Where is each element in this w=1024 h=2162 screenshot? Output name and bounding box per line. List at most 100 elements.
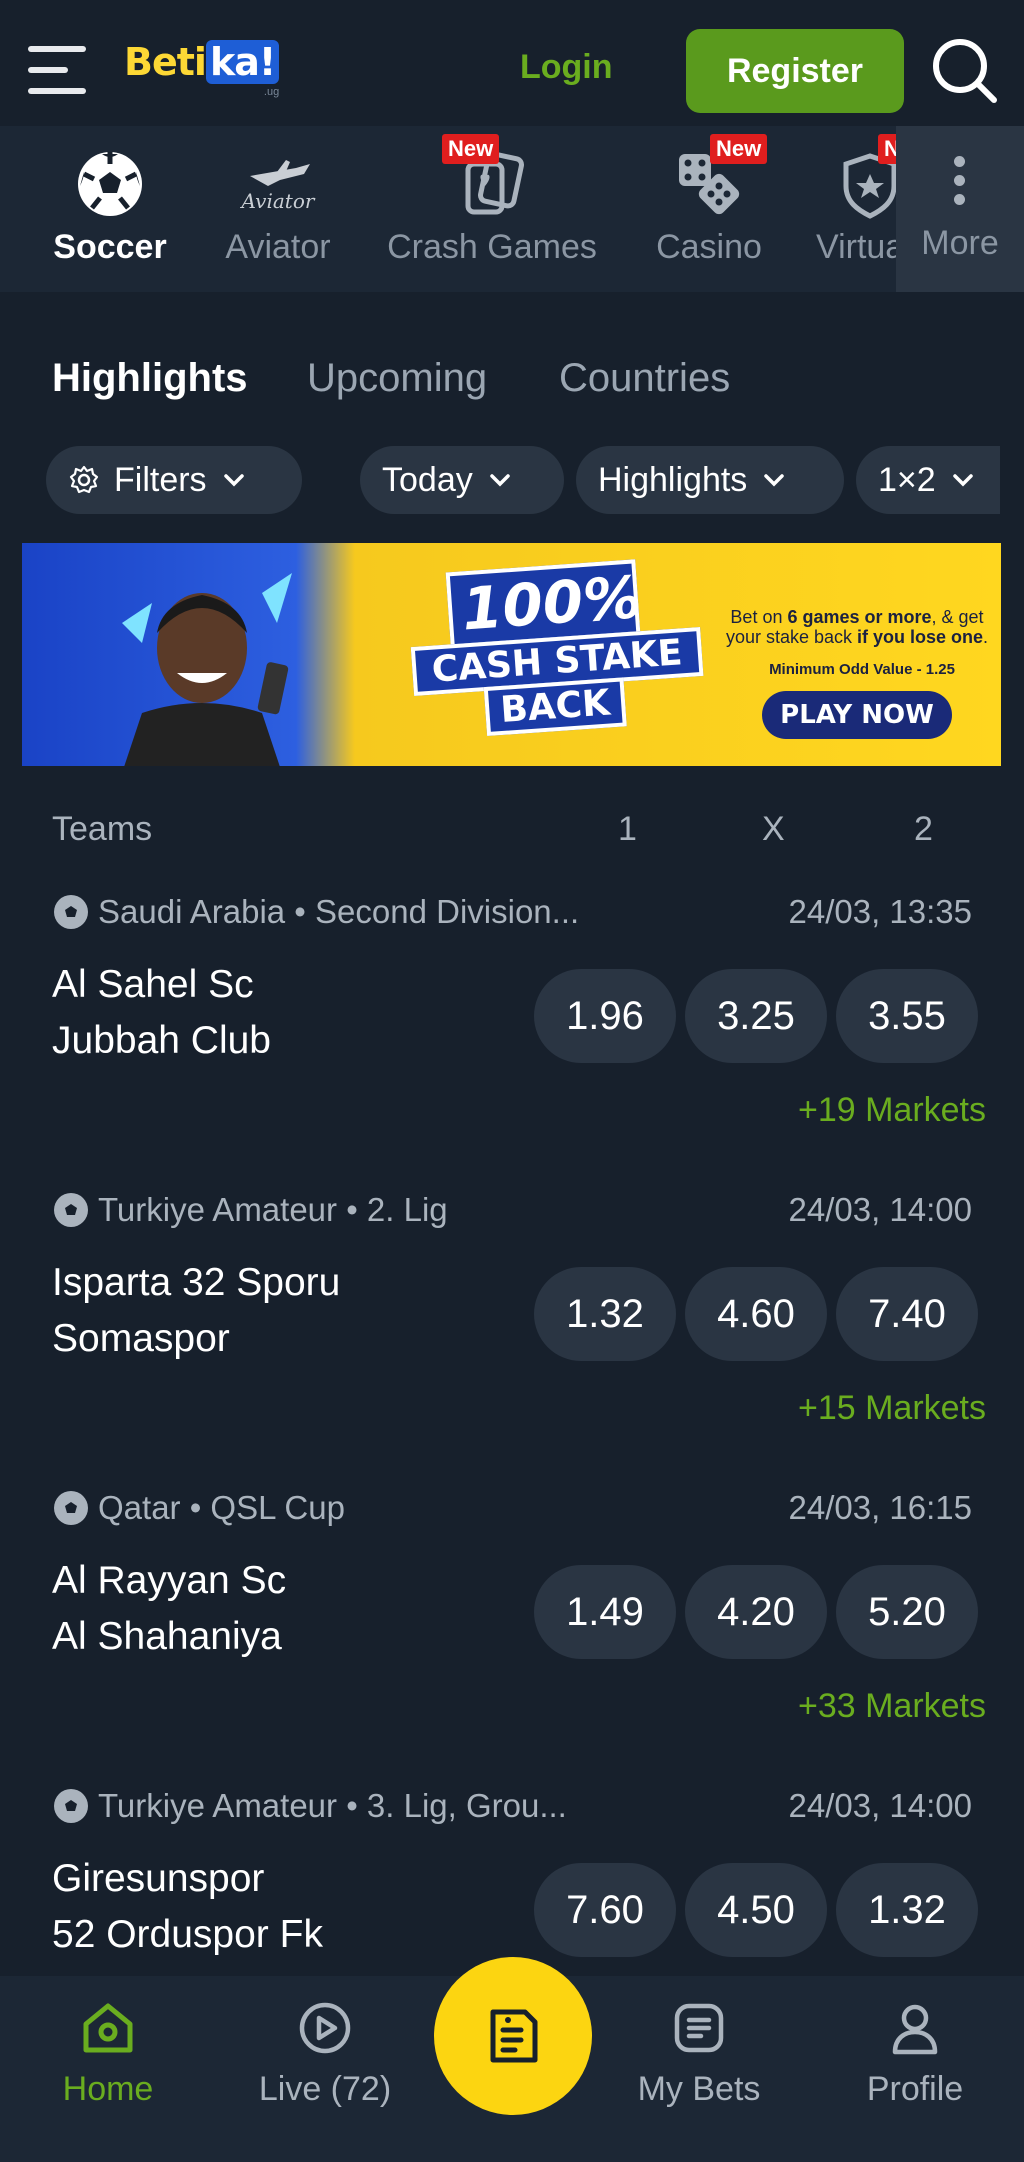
promo-banner[interactable]: 100% CASH STAKE BACK Bet on 6 games or m… xyxy=(22,543,1001,766)
home-team: Al Rayyan Sc xyxy=(52,1559,287,1602)
odd-home-button[interactable]: 7.60 xyxy=(534,1863,676,1957)
my-bets-icon xyxy=(674,2003,724,2053)
odd-draw-button[interactable]: 4.50 xyxy=(685,1863,827,1957)
nav-label: Profile xyxy=(866,2070,964,2108)
category-casino[interactable]: New Casino xyxy=(646,126,772,292)
odd-home-button[interactable]: 1.96 xyxy=(534,969,676,1063)
nav-label: Live (72) xyxy=(258,2070,392,2108)
market-filter-label: 1×2 xyxy=(878,460,936,499)
day-filter-dropdown[interactable]: Today xyxy=(360,446,564,514)
category-soccer[interactable]: Soccer xyxy=(40,126,180,292)
login-link[interactable]: Login xyxy=(520,48,613,87)
soccer-ball-icon xyxy=(54,895,88,929)
home-team: Isparta 32 Sporu xyxy=(52,1261,341,1304)
away-team: Jubbah Club xyxy=(52,1019,271,1062)
sort-filter-dropdown[interactable]: Highlights xyxy=(576,446,844,514)
away-team: Somaspor xyxy=(52,1317,230,1360)
league-name: Saudi Arabia • Second Division... xyxy=(98,893,580,930)
soccer-ball-icon xyxy=(54,1491,88,1525)
more-categories-button[interactable]: More xyxy=(896,126,1024,292)
draw-column-header: X xyxy=(762,810,785,848)
betslip-button[interactable] xyxy=(434,1957,592,2115)
league-name: Turkiye Amateur • 3. Lig, Grou... xyxy=(98,1787,567,1824)
league-name: Qatar • QSL Cup xyxy=(98,1489,345,1526)
match-row[interactable]: Saudi Arabia • Second Division... 24/03,… xyxy=(0,893,1024,1191)
soccer-ball-icon xyxy=(54,1789,88,1823)
more-markets-link[interactable]: +19 Markets xyxy=(798,1091,986,1130)
odd-home-button[interactable]: 1.49 xyxy=(534,1565,676,1659)
nav-label: My Bets xyxy=(637,2070,761,2108)
odd-draw-button[interactable]: 3.25 xyxy=(685,969,827,1063)
aviator-plane-icon: Aviator xyxy=(240,160,316,213)
match-row[interactable]: Turkiye Amateur • 3. Lig, Grou... 24/03,… xyxy=(0,1787,1024,1976)
betika-logo[interactable]: Beti ka! .ug xyxy=(124,40,280,100)
play-now-button[interactable]: PLAY NOW xyxy=(762,691,952,739)
promo-text-bold: if you lose one xyxy=(857,627,984,647)
promo-text: Bet on xyxy=(730,607,788,627)
nav-live[interactable]: Live (72) xyxy=(250,1976,400,2162)
cash-stake-back-headline: 100% CASH STAKE BACK xyxy=(406,555,709,765)
tab-upcoming[interactable]: Upcoming xyxy=(307,356,487,401)
category-label: Aviator xyxy=(225,228,331,266)
promo-person-image xyxy=(122,573,292,766)
home-icon xyxy=(83,2003,133,2053)
logo-tld: .ug xyxy=(263,86,280,98)
menu-icon[interactable] xyxy=(28,46,86,94)
category-virtuals[interactable]: N Virtua xyxy=(816,126,906,292)
category-label: Soccer xyxy=(53,228,167,266)
match-league: Saudi Arabia • Second Division... xyxy=(52,893,579,931)
nav-home[interactable]: Home xyxy=(40,1976,176,2162)
category-label: Virtua xyxy=(816,228,905,266)
category-label: Crash Games xyxy=(387,228,597,266)
odd-away-button[interactable]: 7.40 xyxy=(836,1267,978,1361)
more-markets-link[interactable]: +15 Markets xyxy=(798,1389,986,1428)
promo-description: Bet on 6 games or more, & get your stake… xyxy=(712,607,1001,647)
betslip-icon xyxy=(490,2009,538,2063)
more-dots-icon xyxy=(954,156,966,213)
top-header: Beti ka! .ug Login Register xyxy=(0,0,1024,126)
match-row[interactable]: Qatar • QSL Cup 24/03, 16:15 Al Rayyan S… xyxy=(0,1489,1024,1787)
search-icon[interactable] xyxy=(930,36,998,104)
home-column-header: 1 xyxy=(618,810,637,848)
more-markets-link[interactable]: +33 Markets xyxy=(798,1687,986,1726)
market-filter-dropdown[interactable]: 1×2 xyxy=(856,446,1000,514)
nav-profile[interactable]: Profile xyxy=(852,1976,978,2162)
away-team: 52 Orduspor Fk xyxy=(52,1913,323,1956)
filters-button[interactable]: Filters xyxy=(46,446,302,514)
odd-draw-button[interactable]: 4.60 xyxy=(685,1267,827,1361)
league-name: Turkiye Amateur • 2. Lig xyxy=(98,1191,448,1228)
odd-draw-button[interactable]: 4.20 xyxy=(685,1565,827,1659)
soccer-ball-icon xyxy=(78,152,142,216)
match-league: Qatar • QSL Cup xyxy=(52,1489,345,1527)
odd-away-button[interactable]: 5.20 xyxy=(836,1565,978,1659)
tab-highlights[interactable]: Highlights xyxy=(52,356,248,401)
soccer-ball-icon xyxy=(54,1193,88,1227)
play-circle-icon xyxy=(299,2002,351,2054)
new-badge: New xyxy=(442,134,500,164)
chevron-down-icon xyxy=(764,474,785,487)
nav-my-bets[interactable]: My Bets xyxy=(626,1976,772,2162)
chevron-down-icon xyxy=(223,474,244,487)
match-time: 24/03, 14:00 xyxy=(788,1787,973,1824)
minimum-odd-text: Minimum Odd Value - 1.25 xyxy=(769,661,955,678)
sort-filter-label: Highlights xyxy=(598,460,748,499)
profile-icon xyxy=(892,2004,938,2055)
chevron-down-icon xyxy=(952,474,973,487)
logo-text: Beti ka! xyxy=(124,40,280,84)
category-aviator[interactable]: Aviator Aviator xyxy=(218,126,338,292)
chevron-down-icon xyxy=(489,474,510,487)
home-team: Al Sahel Sc xyxy=(52,963,254,1006)
match-row[interactable]: Turkiye Amateur • 2. Lig 24/03, 14:00 Is… xyxy=(0,1191,1024,1489)
match-time: 24/03, 16:15 xyxy=(788,1489,973,1526)
tab-countries[interactable]: Countries xyxy=(559,356,730,401)
away-column-header: 2 xyxy=(914,810,933,848)
category-crash-games[interactable]: New Crash Games xyxy=(380,126,604,292)
register-button[interactable]: Register xyxy=(686,29,904,113)
odd-away-button[interactable]: 1.32 xyxy=(836,1863,978,1957)
match-league: Turkiye Amateur • 2. Lig xyxy=(52,1191,448,1229)
filters-label: Filters xyxy=(114,460,207,499)
more-label: More xyxy=(921,224,999,262)
odd-home-button[interactable]: 1.32 xyxy=(534,1267,676,1361)
nav-label: Home xyxy=(62,2070,154,2108)
odd-away-button[interactable]: 3.55 xyxy=(836,969,978,1063)
